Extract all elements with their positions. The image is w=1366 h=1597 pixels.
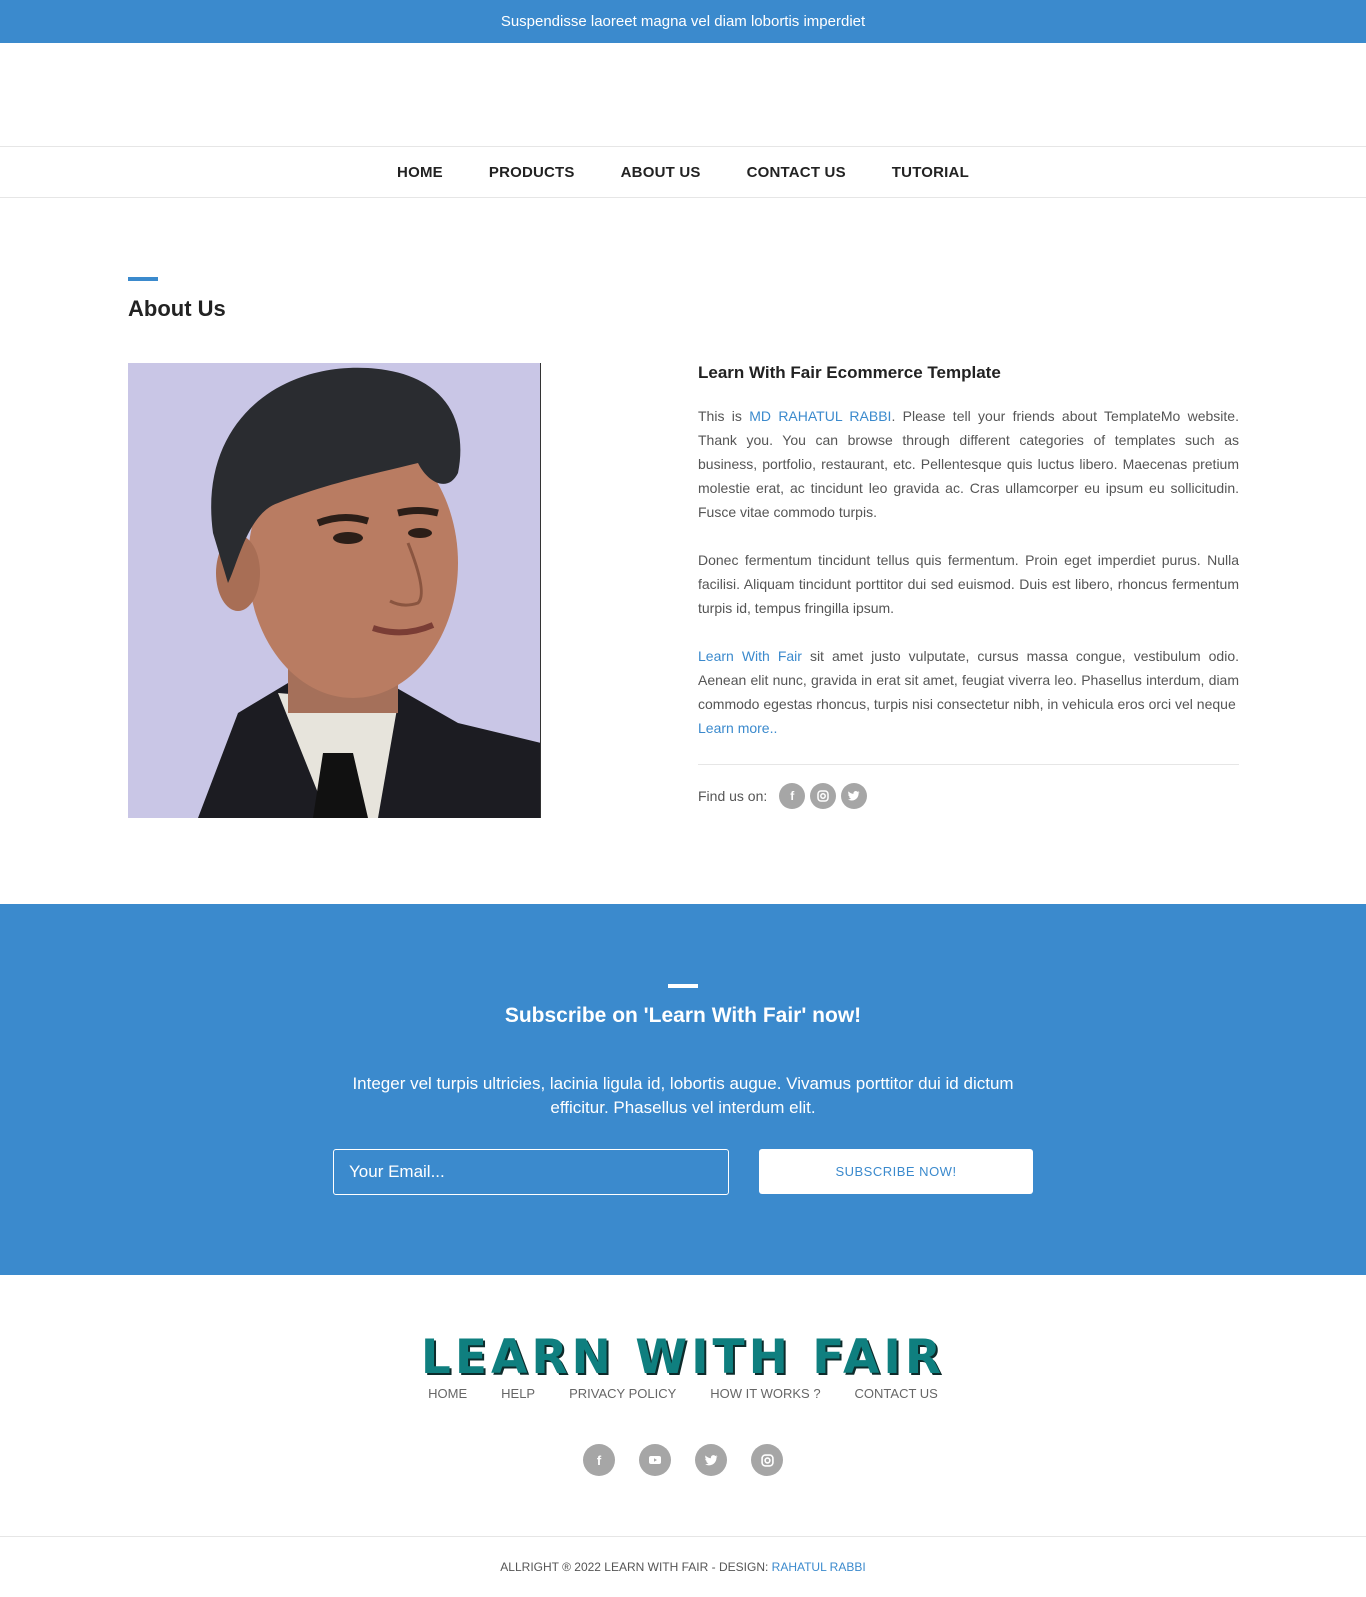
subscribe-accent-bar <box>668 984 698 988</box>
footer-link-home[interactable]: HOME <box>428 1386 467 1401</box>
announcement-text: Suspendisse laoreet magna vel diam lobor… <box>500 13 866 30</box>
about-content: Learn With Fair Ecommerce Template This … <box>698 362 1239 809</box>
author-link[interactable]: MD RAHATUL RABBI <box>749 408 891 424</box>
footer-link-privacy-policy[interactable]: PRIVACY POLICY <box>569 1386 676 1401</box>
footer-link-how-it-works[interactable]: HOW IT WORKS ? <box>710 1386 820 1401</box>
facebook-icon[interactable]: f <box>779 783 806 809</box>
find-us-row: Find us on: f <box>698 783 1239 809</box>
footer-link-help[interactable]: HELP <box>501 1386 535 1401</box>
main-navigation: HOME PRODUCTS ABOUT US CONTACT US TUTORI… <box>0 146 1366 198</box>
subscribe-button[interactable]: SUBSCRIBE NOW! <box>759 1149 1033 1194</box>
top-announcement-bar: Suspendisse laoreet magna vel diam lobor… <box>0 0 1366 43</box>
footer-links: HOME HELP PRIVACY POLICY HOW IT WORKS ? … <box>0 1386 1366 1401</box>
paragraph-text: This is <box>698 408 750 424</box>
find-us-label: Find us on: <box>698 788 768 804</box>
email-input[interactable] <box>333 1149 729 1195</box>
nav-item-home[interactable]: HOME <box>397 164 443 181</box>
paragraph-text: . Please tell your friends about Templat… <box>698 408 1239 520</box>
subscribe-title: Subscribe on 'Learn With Fair' now! <box>504 1004 862 1027</box>
about-paragraph-1: This is MD RAHATUL RABBI. Please tell yo… <box>698 404 1239 524</box>
instagram-icon[interactable] <box>810 783 837 809</box>
nav-item-about-us[interactable]: ABOUT US <box>621 164 701 181</box>
footer-divider <box>0 1536 1366 1537</box>
facebook-icon[interactable]: f <box>583 1444 615 1476</box>
twitter-icon[interactable] <box>695 1444 727 1476</box>
nav-item-tutorial[interactable]: TUTORIAL <box>892 164 969 181</box>
page-title: About Us <box>128 296 226 321</box>
learn-more-link[interactable]: Learn more.. <box>698 720 777 736</box>
footer-link-contact-us[interactable]: CONTACT US <box>855 1386 938 1401</box>
instagram-icon[interactable] <box>751 1444 783 1476</box>
twitter-icon[interactable] <box>841 783 868 809</box>
about-paragraph-3: Learn With Fair sit amet justo vulputate… <box>698 644 1239 740</box>
subscribe-description: Integer vel turpis ultricies, lacinia li… <box>352 1074 1014 1117</box>
designer-link[interactable]: RAHATUL RABBI <box>772 1560 866 1574</box>
divider <box>698 764 1239 765</box>
subscribe-section: Subscribe on 'Learn With Fair' now! Inte… <box>0 904 1366 1275</box>
about-heading: Learn With Fair Ecommerce Template <box>698 363 1001 382</box>
youtube-icon[interactable] <box>639 1444 671 1476</box>
nav-item-contact-us[interactable]: CONTACT US <box>747 164 846 181</box>
learn-with-fair-link[interactable]: Learn With Fair <box>698 648 802 664</box>
footer-logo[interactable]: LEARN WITH FAIR <box>0 1330 1366 1385</box>
section-accent-bar <box>128 277 158 281</box>
copyright: ALLRIGHT ® 2022 LEARN WITH FAIR - DESIGN… <box>0 1560 1366 1574</box>
footer-social-icons: f <box>0 1444 1366 1476</box>
about-paragraph-2: Donec fermentum tincidunt tellus quis fe… <box>698 552 1239 616</box>
copyright-text: ALLRIGHT ® 2022 LEARN WITH FAIR - DESIGN… <box>500 1560 772 1574</box>
nav-item-products[interactable]: PRODUCTS <box>489 164 575 181</box>
profile-photo <box>128 363 541 818</box>
